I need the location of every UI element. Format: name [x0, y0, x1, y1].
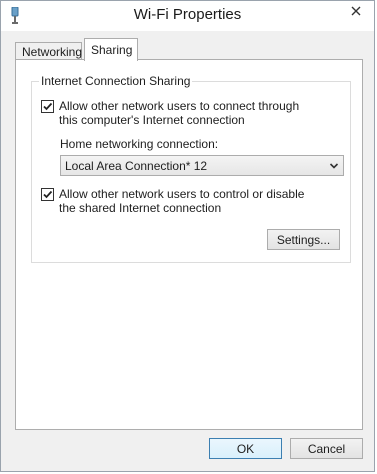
home-networking-select[interactable]: Local Area Connection* 12: [60, 155, 344, 176]
checkmark-icon: [43, 190, 53, 199]
properties-dialog: Wi-Fi Properties Networking Sharing Inte…: [0, 0, 375, 472]
tab-sharing[interactable]: Sharing: [84, 38, 138, 61]
allow-connect-option[interactable]: Allow other network users to connect thr…: [41, 99, 319, 127]
allow-control-checkbox[interactable]: [41, 188, 54, 201]
close-icon: [351, 6, 361, 16]
ok-button[interactable]: OK: [209, 438, 282, 459]
tab-networking[interactable]: Networking: [15, 42, 82, 60]
chevron-down-icon: [329, 163, 339, 169]
group-title: Internet Connection Sharing: [39, 74, 193, 88]
settings-button[interactable]: Settings...: [267, 229, 340, 250]
home-networking-label: Home networking connection:: [60, 137, 219, 151]
allow-control-label: Allow other network users to control or …: [59, 187, 305, 215]
allow-control-option[interactable]: Allow other network users to control or …: [41, 187, 319, 215]
title-bar: Wi-Fi Properties: [1, 1, 374, 31]
close-button[interactable]: [342, 1, 370, 21]
checkmark-icon: [43, 102, 53, 111]
cancel-button[interactable]: Cancel: [290, 438, 363, 459]
allow-connect-label: Allow other network users to connect thr…: [59, 99, 300, 127]
allow-connect-checkbox[interactable]: [41, 100, 54, 113]
window-title: Wi-Fi Properties: [133, 6, 242, 23]
internet-connection-sharing-group: Internet Connection Sharing Allow other …: [31, 74, 351, 263]
sharing-panel: Internet Connection Sharing Allow other …: [15, 59, 363, 430]
home-networking-value: Local Area Connection* 12: [65, 159, 208, 173]
